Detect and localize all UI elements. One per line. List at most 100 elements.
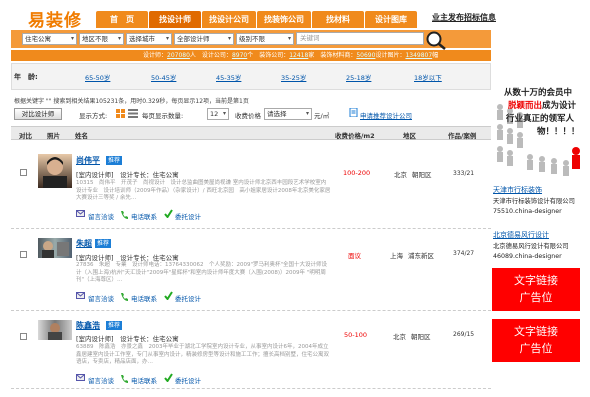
deco-company-count[interactable]: 12418 xyxy=(289,52,308,59)
price-range: 100-200 xyxy=(343,169,371,177)
message-icon xyxy=(76,374,85,384)
message-link[interactable]: 留言洽谈 xyxy=(88,211,114,221)
phone-icon xyxy=(120,292,128,303)
promo-line-3: 行业真正的领军人 xyxy=(506,114,575,124)
post-tender-link[interactable]: 业主发布招标信息 xyxy=(432,12,496,23)
category-select[interactable]: 住宅公寓 xyxy=(22,33,77,45)
phone-link[interactable]: 电话联系 xyxy=(131,211,157,221)
stats-text: 家 装饰材料商： xyxy=(308,52,357,59)
works-count[interactable]: 333/21 xyxy=(453,170,474,177)
age-range-link[interactable]: 25-18岁 xyxy=(346,72,371,82)
level-select[interactable]: 级别不限 xyxy=(236,33,294,45)
sidebar-company-link-2[interactable]: 北京德易风行设计 xyxy=(493,230,549,240)
region-district: 浦东新区 xyxy=(408,252,434,260)
material-count[interactable]: 50690 xyxy=(356,52,375,59)
nav-tab-gallery[interactable]: 设计图库 xyxy=(365,11,417,28)
member-promo-banner[interactable]: 从数十万的会员中 脱颖而出 成为设计 行业真正的领军人 物！！！！ xyxy=(492,67,584,179)
designer-type-select[interactable]: 全部设计师 xyxy=(174,33,234,45)
nav-tab-decoration-companies[interactable]: 找装饰公司 xyxy=(257,11,311,28)
stats-text: 幅 xyxy=(432,52,439,59)
recommend-badge: 推荐 xyxy=(95,239,112,248)
city-select[interactable]: 选择城市 xyxy=(126,33,172,45)
compare-designers-button[interactable]: 对比设计师 xyxy=(14,108,62,120)
region-select[interactable]: 地区不限 xyxy=(79,33,124,45)
keyword-input[interactable]: 关键词 xyxy=(296,32,424,45)
nav-tab-design-companies[interactable]: 找设计公司 xyxy=(202,11,256,28)
text-ad-slot-1[interactable]: 文字链接 广告位 xyxy=(492,268,580,311)
designer-name[interactable]: 陈鑫浩 xyxy=(76,320,100,331)
sidebar-company-name-2: 北京德易风行设计有限公司 xyxy=(493,243,569,250)
age-range-link[interactable]: 50-45岁 xyxy=(151,72,176,82)
ad-slot-subtitle: 广告位 xyxy=(519,291,553,304)
text-ad-slot-2[interactable]: 文字链接 广告位 xyxy=(492,319,580,362)
region-city: 北京 xyxy=(394,171,407,179)
list-view-icon[interactable] xyxy=(128,109,138,118)
nav-tab-home[interactable]: 首 页 xyxy=(96,11,148,28)
fee-label: 收费价格 xyxy=(235,112,261,120)
stats-text: 个 装饰公司： xyxy=(247,52,290,59)
age-range-link[interactable]: 45-35岁 xyxy=(216,72,241,82)
region-city: 北京 xyxy=(393,333,406,341)
promo-line-1: 从数十万的会员中 xyxy=(504,88,573,98)
check-icon xyxy=(164,373,173,384)
designer-specialty: [室内设计师] 设计专长：住宅公寓 xyxy=(76,171,179,179)
ad-slot-subtitle: 广告位 xyxy=(519,342,553,355)
col-works: 作品/案例 xyxy=(448,132,477,140)
works-count[interactable]: 269/15 xyxy=(453,331,474,338)
promo-line-2a: 脱颖而出 xyxy=(508,101,543,111)
message-link[interactable]: 留言洽谈 xyxy=(88,375,114,385)
stats-text: 人 设计公司： xyxy=(189,52,232,59)
promo-line-4: 物！！！！ xyxy=(537,127,580,137)
age-range-link[interactable]: 18岁以下 xyxy=(414,72,442,82)
commission-link[interactable]: 委托设计 xyxy=(175,293,201,303)
apply-recommend-link[interactable]: 申请推荐设计公司 xyxy=(360,110,412,120)
designer-count[interactable]: 207080 xyxy=(167,52,190,59)
avatar-image xyxy=(48,323,62,340)
price-range: 50-100 xyxy=(344,331,368,339)
message-link[interactable]: 留言洽谈 xyxy=(88,293,114,303)
designer-name[interactable]: 朱超 xyxy=(76,238,92,249)
phone-link[interactable]: 电话联系 xyxy=(131,375,157,385)
ad-slot-title: 文字链接 xyxy=(514,274,558,287)
search-button[interactable] xyxy=(425,30,447,50)
age-range-link[interactable]: 65-50岁 xyxy=(85,72,110,82)
sidebar-company-name-1: 天津市行标装饰设计有限公司 xyxy=(493,198,575,205)
fee-select[interactable]: 请选择 xyxy=(264,108,312,120)
designer-photo[interactable] xyxy=(38,320,72,340)
avatar-image xyxy=(42,241,69,258)
document-icon xyxy=(349,107,358,118)
commission-link[interactable]: 委托设计 xyxy=(175,211,201,221)
table-header: 对比 照片 姓名 收费价格/m2 地区 作品/案例 xyxy=(11,126,491,140)
phone-icon xyxy=(120,210,128,221)
nav-tab-materials[interactable]: 找材料 xyxy=(312,11,364,28)
nav-tab-designers[interactable]: 找设计师 xyxy=(149,11,201,28)
image-count[interactable]: 1349807 xyxy=(405,52,432,59)
age-range-link[interactable]: 35-25岁 xyxy=(281,72,306,82)
designer-specialty: [室内设计师] 设计专长：住宅公寓 xyxy=(76,335,179,343)
designer-photo[interactable] xyxy=(38,154,72,188)
per-page-label: 每页显示数量: xyxy=(142,112,184,120)
commission-link[interactable]: 委托设计 xyxy=(175,375,201,385)
grid-view-icon[interactable] xyxy=(116,109,125,118)
designer-name[interactable]: 尚伟平 xyxy=(76,155,100,166)
col-region: 地区 xyxy=(403,132,416,140)
compare-checkbox[interactable] xyxy=(20,333,27,340)
works-count[interactable]: 374/27 xyxy=(453,250,474,257)
stats-text: 设计图片： xyxy=(375,52,406,59)
price-range: 面议 xyxy=(348,252,361,260)
stats-bar: 设计师：207080人 设计公司：8970个 装饰公司：12418家 装饰材料商… xyxy=(11,50,491,61)
site-logo[interactable]: 易装修 xyxy=(28,6,82,31)
sidebar-company-id-1: 75510.china-designer xyxy=(493,208,562,215)
per-page-select[interactable]: 12 xyxy=(207,108,229,120)
compare-checkbox[interactable] xyxy=(20,251,27,258)
designer-photo[interactable] xyxy=(38,238,72,258)
design-company-count[interactable]: 8970 xyxy=(232,52,247,59)
display-mode-label: 显示方式: xyxy=(79,112,108,120)
compare-checkbox[interactable] xyxy=(20,169,27,176)
designer-specialty: [室内设计师] 设计专长：住宅公寓 xyxy=(76,254,179,262)
col-price: 收费价格/m2 xyxy=(335,132,375,140)
message-icon xyxy=(76,210,85,220)
phone-link[interactable]: 电话联系 xyxy=(131,293,157,303)
check-icon xyxy=(164,291,173,302)
sidebar-company-link-1[interactable]: 天津市行标装饰 xyxy=(493,185,542,195)
